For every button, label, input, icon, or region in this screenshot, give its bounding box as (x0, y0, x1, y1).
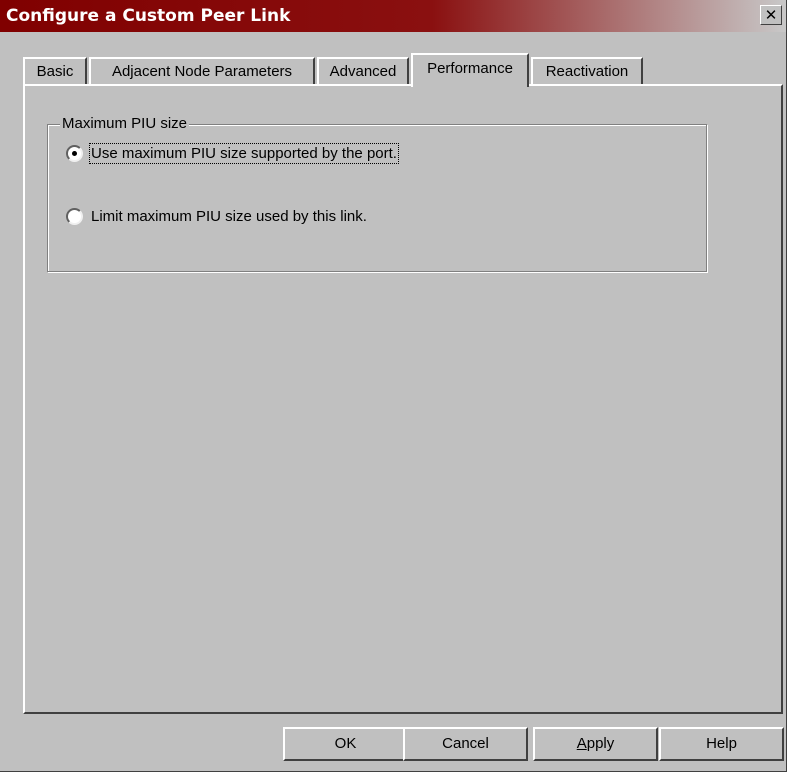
radio-use-max-piu[interactable]: Use maximum PIU size supported by the po… (66, 142, 399, 164)
radio-label-use-max-piu[interactable]: Use maximum PIU size supported by the po… (89, 142, 399, 164)
radio-limit-max-piu[interactable]: Limit maximum PIU size used by this link… (66, 205, 367, 227)
close-icon[interactable]: ✕ (760, 5, 782, 25)
tab-panel-performance: Maximum PIU size Use maximum PIU size su… (23, 84, 783, 714)
window-title: Configure a Custom Peer Link (6, 6, 291, 26)
tab-performance[interactable]: Performance (411, 53, 529, 87)
apply-mnemonic: A (576, 735, 587, 752)
tab-basic[interactable]: Basic (23, 57, 87, 85)
title-bar[interactable]: Configure a Custom Peer Link ✕ (0, 0, 786, 32)
help-button[interactable]: Help (659, 727, 784, 761)
tab-adjacent-node-parameters[interactable]: Adjacent Node Parameters (89, 57, 315, 85)
ok-button[interactable]: OK (283, 727, 408, 761)
apply-button[interactable]: Apply (533, 727, 658, 761)
apply-label-rest: pply (586, 735, 615, 752)
radio-button-selected[interactable] (66, 144, 83, 162)
radio-label-limit-max-piu[interactable]: Limit maximum PIU size used by this link… (91, 208, 367, 225)
tab-reactivation[interactable]: Reactivation (531, 57, 643, 85)
dialog-window: Configure a Custom Peer Link ✕ Basic Adj… (0, 0, 787, 772)
max-piu-size-group: Maximum PIU size Use maximum PIU size su… (47, 115, 707, 272)
radio-button-unselected[interactable] (66, 207, 83, 225)
tab-advanced[interactable]: Advanced (317, 57, 409, 85)
radio-dot-icon (72, 150, 77, 156)
cancel-button[interactable]: Cancel (403, 727, 528, 761)
group-legend: Maximum PIU size (60, 115, 190, 132)
